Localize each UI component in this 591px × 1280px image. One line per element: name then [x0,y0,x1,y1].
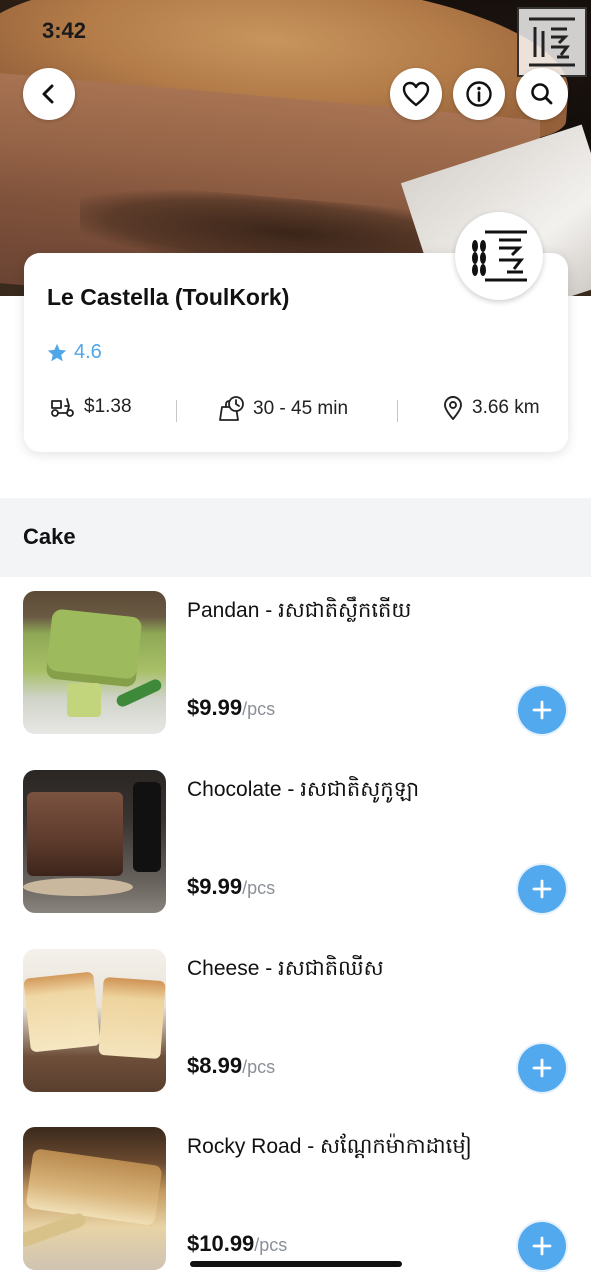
store-rating: 4.6 [46,341,102,364]
rating-value: 4.6 [74,341,102,363]
menu-item[interactable]: Pandan - រសជាតិស្លឹកតើយ $9.99/pcs [0,591,591,741]
info-button[interactable] [453,68,505,120]
section-header: Cake [0,498,591,577]
menu-item-name: Chocolate - រសជាតិសូកូឡា [187,778,420,801]
menu-item[interactable]: Rocky Road - សណ្តែកម៉ាកាដាមៀ $10.99/pcs [0,1127,591,1277]
distance-value: 3.66 km [472,397,540,418]
store-logo [455,212,543,300]
delivery-fee-value: $1.38 [84,396,132,417]
price-unit: /pcs [254,1235,288,1255]
add-to-cart-button[interactable] [518,686,566,734]
store-name: Le Castella (ToulKork) [47,284,290,310]
menu-item-price: $9.99/pcs [187,874,275,900]
search-icon [531,83,553,105]
plus-icon [532,1058,552,1078]
delivery-meta: $1.38 30 - 45 min 3.66 km [24,395,568,425]
menu-item-image [23,949,166,1092]
menu-item[interactable]: Cheese - រសជាតិឈីស $8.99/pcs [0,949,591,1099]
add-to-cart-button[interactable] [518,1044,566,1092]
brand-logo-icon [472,230,527,282]
status-time: 3:42 [42,18,87,43]
menu-item-price: $8.99/pcs [187,1053,275,1079]
add-to-cart-button[interactable] [518,1222,566,1270]
price-value: $8.99 [187,1053,243,1078]
plus-icon [532,879,552,899]
favorite-button[interactable] [390,68,442,120]
price-unit: /pcs [242,878,276,898]
add-to-cart-button[interactable] [518,865,566,913]
meta-divider [176,400,177,422]
price-value: $10.99 [187,1231,255,1256]
delivery-time: 30 - 45 min [219,395,348,423]
plus-icon [532,1236,552,1256]
delivery-time-value: 30 - 45 min [253,398,349,419]
heart-icon [402,81,430,107]
price-value: $9.99 [187,874,243,899]
chevron-left-icon [42,84,54,104]
search-button[interactable] [516,68,568,120]
plus-icon [532,700,552,720]
delivery-fee: $1.38 [50,395,132,419]
menu-item-image [23,770,166,913]
menu-item-name: Rocky Road - សណ្តែកម៉ាកាដាមៀ [187,1135,472,1158]
menu-item-name: Cheese - រសជាតិឈីស [187,957,384,980]
scooter-icon [51,398,74,417]
menu-item-price: $9.99/pcs [187,695,275,721]
menu-item-name: Pandan - រសជាតិស្លឹកតើយ [187,599,412,622]
price-unit: /pcs [242,1057,276,1077]
back-button[interactable] [23,68,75,120]
price-unit: /pcs [242,699,276,719]
info-icon [466,81,492,107]
distance: 3.66 km [442,395,540,421]
star-icon [47,343,67,361]
menu-item[interactable]: Chocolate - រសជាតិសូកូឡា $9.99/pcs [0,770,591,920]
menu-item-price: $10.99/pcs [187,1231,287,1257]
meta-divider [397,400,398,422]
location-pin-icon [444,396,462,420]
section-title: Cake [23,524,76,549]
menu-item-image [23,1127,166,1270]
home-indicator [190,1261,402,1267]
menu-item-image [23,591,166,734]
brand-stamp-icon [517,7,587,77]
price-value: $9.99 [187,695,243,720]
delivery-time-icon [219,396,244,421]
